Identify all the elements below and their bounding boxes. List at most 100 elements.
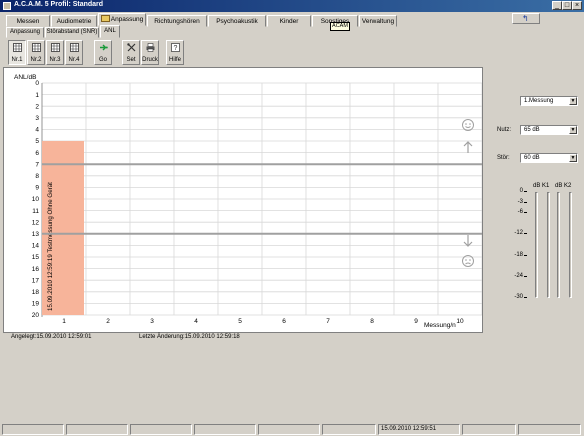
meter-scale-label: -24 [514,272,523,279]
nr1-label: Nr.1 [11,57,23,63]
status-panel-2 [66,424,128,435]
subtab-anl[interactable]: ANL [100,25,120,38]
grid-icon [70,43,79,52]
tab-anpassung-label: Anpassung [110,16,144,23]
nutz-select[interactable]: 65 dB ▼ [520,125,578,135]
nutz-label: Nutz: [497,127,512,133]
return-arrow-icon: ↰ [522,14,529,23]
chart-grid [41,82,482,317]
status-panel-4 [194,424,256,435]
maximize-button[interactable]: □ [562,1,572,10]
status-panel-3 [130,424,192,435]
x-tick-label: 10 [456,318,464,325]
y-axis-label: ANL/dB [14,74,36,81]
nr4-button[interactable]: Nr.4 [65,40,83,65]
created-timestamp: Angelegt:15.09.2010 12:59:01 [11,334,92,340]
tab-audiometrie[interactable]: Audiometrie [51,15,97,27]
subtab-stoerabstand[interactable]: Störabstand (SNR) [45,27,99,38]
meter-scale: 0 -3 -6 -12 -18 -24 -30 [505,188,527,304]
y-tick-label: 9 [35,185,39,192]
tab-messen[interactable]: Messen [6,15,50,27]
grid-icon [51,43,60,52]
go-button[interactable]: Go [94,40,112,65]
status-panel-1 [2,424,64,435]
x-tick-label: 7 [326,318,330,325]
minimize-button[interactable]: _ [552,1,562,10]
meter-k1-right [547,192,550,298]
y-tick-label: 18 [32,289,40,296]
x-tick-label: 3 [150,318,154,325]
printer-icon [146,43,155,52]
nr3-button[interactable]: Nr.3 [46,40,64,65]
status-panel-5 [258,424,320,435]
x-tick-label: 8 [370,318,374,325]
hilfe-button[interactable]: ? Hilfe [166,40,184,65]
arrow-up-icon[interactable] [461,140,475,154]
y-tick-label: 6 [35,150,39,157]
y-tick-label: 16 [32,266,40,273]
status-panel-8 [462,424,516,435]
y-tick-label: 19 [32,301,40,308]
meter-scale-tick [524,297,527,298]
grid-icon [32,43,41,52]
chevron-down-icon: ▼ [569,97,577,105]
meter-scale-label: -6 [517,209,523,216]
meter-scale-label: -12 [514,230,523,237]
nutz-select-value: 65 dB [524,127,540,133]
nr2-button[interactable]: Nr.2 [27,40,45,65]
go-icon [100,44,108,51]
set-button[interactable]: Set [122,40,140,65]
meter-k2-right [569,192,572,298]
tab-kinder[interactable]: Kinder [267,15,311,27]
y-tick-label: 4 [35,127,39,134]
arrow-down-icon[interactable] [461,234,475,248]
meter-scale-tick [524,233,527,235]
close-button[interactable]: × [572,1,582,10]
frown-icon[interactable] [461,254,475,268]
y-tick-label: 12 [32,219,40,226]
y-tick-label: 10 [32,196,40,203]
druck-button[interactable]: Druck [141,40,159,65]
y-tick-label: 13 [32,231,40,238]
folder-icon [100,15,110,22]
y-tick-label: 3 [35,115,39,122]
help-icon: ? [171,43,180,52]
nr1-button[interactable]: Nr.1 [8,40,26,65]
y-tick-label: 11 [32,208,39,215]
smile-icon[interactable] [461,118,475,132]
stoer-select[interactable]: 60 dB ▼ [520,153,578,163]
x-tick-label: 9 [414,318,418,325]
nr2-label: Nr.2 [30,57,42,63]
bar-label: 15.09.2010 12:59:19 Testmessung Ohne Ger… [47,182,54,311]
meter-scale-tick [524,191,527,192]
subtab-anpassung[interactable]: Anpassung [6,27,44,38]
tools-icon [127,43,136,52]
back-button[interactable]: ↰ [512,13,540,24]
y-tick-label: 15 [32,254,40,261]
x-axis-label: Messung/n [424,322,456,329]
chevron-down-icon: ▼ [569,154,577,162]
window-title: A.C.A.M. 5 Profil: Standard [14,1,104,8]
tab-verwaltung[interactable]: Verwaltung [359,15,397,27]
status-datetime: 15.09.2010 12:59:51 [378,424,460,435]
tab-psychoakustik[interactable]: Psychoakustik [208,15,266,27]
meter-k1-left [535,192,538,298]
hilfe-label: Hilfe [168,57,181,63]
y-tick-label: 14 [32,243,40,250]
stoer-select-value: 60 dB [524,155,540,161]
chart-bars: 15.09.2010 12:59:19 Testmessung Ohne Ger… [42,141,84,315]
meter-scale-label: -3 [517,198,523,205]
measurement-select[interactable]: 1.Messung ▼ [520,96,578,106]
meter-scale-label: -18 [514,251,523,258]
set-label: Set [126,57,136,63]
tooltip: ACAM [330,22,350,31]
title-bar: A.C.A.M. 5 Profil: Standard _ □ × [0,0,584,12]
svg-text:?: ? [174,45,178,52]
y-tick-label: 20 [32,312,40,319]
y-tick-label: 1 [35,92,39,99]
nr4-label: Nr.4 [68,57,80,63]
chevron-down-icon: ▼ [569,126,577,134]
meter-k2-left [557,192,560,298]
measurement-select-value: 1.Messung [524,98,554,104]
tab-richtungshoeren[interactable]: Richtungshören [147,15,207,27]
